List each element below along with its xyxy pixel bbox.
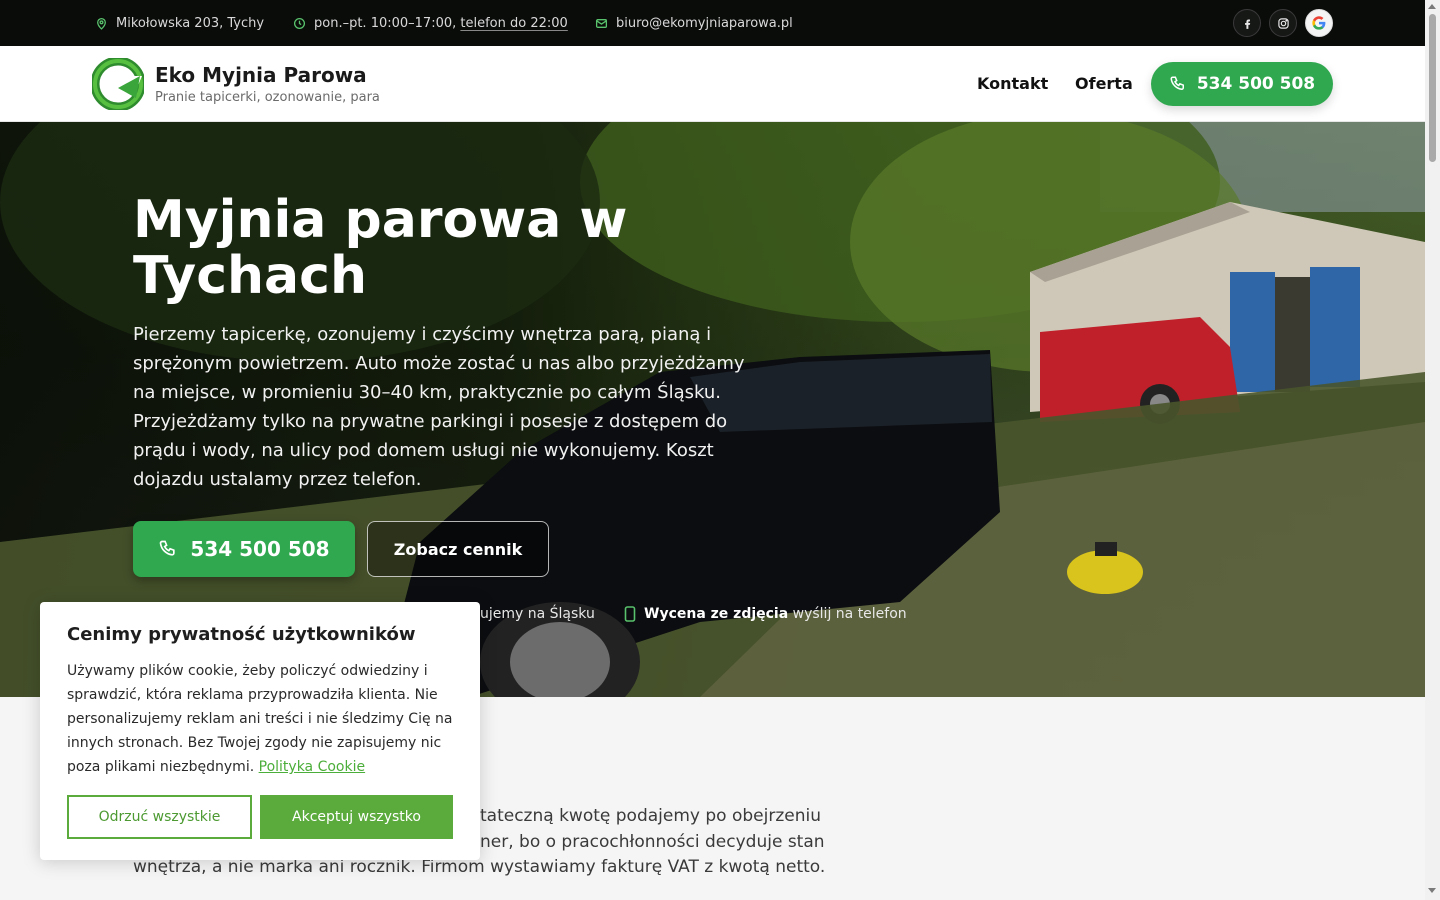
instagram-button[interactable] (1269, 9, 1297, 37)
feature-photo-quote: Wycena ze zdjęcia wyślij na telefon (624, 606, 907, 622)
header-phone-button[interactable]: 534 500 508 (1151, 62, 1333, 106)
phone-icon (160, 540, 176, 556)
clock-icon (293, 17, 306, 29)
cookie-text: Używamy plików cookie, żeby policzyć odw… (67, 659, 462, 779)
brand-tagline: Pranie tapicerki, ozonowanie, para (155, 90, 380, 105)
nav-oferta[interactable]: Oferta (1075, 74, 1133, 93)
nav-kontakt[interactable]: Kontakt (977, 74, 1048, 93)
scroll-thumb[interactable] (1429, 14, 1436, 162)
instagram-icon (1277, 17, 1289, 29)
map-pin-icon (97, 17, 106, 30)
email-item[interactable]: biuro@ekomyjniaparowa.pl (595, 0, 793, 46)
address-text: Mikołowska 203, Tychy (116, 15, 265, 31)
mail-icon (595, 18, 608, 28)
google-button[interactable] (1305, 9, 1333, 37)
facebook-button[interactable] (1233, 9, 1261, 37)
facebook-icon (1244, 18, 1250, 29)
reject-all-button[interactable]: Odrzuć wszystkie (67, 795, 252, 839)
smartphone-icon (624, 606, 636, 622)
scroll-up-arrow[interactable] (1428, 4, 1436, 9)
top-bar: Mikołowska 203, Tychy pon.–pt. 10:00–17:… (0, 0, 1425, 46)
hours-text: pon.–pt. 10:00–17:00, (314, 15, 461, 31)
feature-photo-bold: Wycena ze zdjęcia (644, 606, 789, 622)
feature-area-text: ujemy na Śląsku (480, 606, 595, 622)
page-scrollbar[interactable] (1425, 0, 1440, 900)
hero-phone-button[interactable]: 534 500 508 (133, 521, 355, 577)
brand-logo[interactable] (92, 58, 144, 110)
hours-item: pon.–pt. 10:00–17:00, telefon do 22:00 (293, 0, 568, 46)
feature-area: ujemy na Śląsku (480, 606, 595, 622)
scroll-down-arrow[interactable] (1428, 888, 1436, 893)
header-phone-number: 534 500 508 (1196, 74, 1316, 94)
phone-icon (1170, 76, 1184, 91)
hero-phone-number: 534 500 508 (190, 537, 330, 561)
cookie-title: Cenimy prywatność użytkowników (67, 624, 416, 645)
accept-all-button[interactable]: Akceptuj wszystko (260, 795, 453, 839)
hero-description: Pierzemy tapicerkę, ozonujemy i czyścimy… (133, 324, 745, 490)
feature-photo-rest: wyślij na telefon (792, 606, 907, 622)
address-item: Mikołowska 203, Tychy (95, 0, 264, 46)
hero-title: Myjnia parowa w Tychach (133, 190, 628, 306)
site-header: Eko Myjnia Parowa Pranie tapicerki, ozon… (0, 46, 1425, 122)
phone-hours-link[interactable]: telefon do 22:00 (460, 16, 567, 31)
email-link[interactable]: biuro@ekomyjniaparowa.pl (616, 16, 793, 31)
price-list-button[interactable]: Zobacz cennik (367, 521, 549, 577)
cookie-consent-dialog: Cenimy prywatność użytkowników Używamy p… (40, 602, 480, 860)
google-icon (1312, 16, 1326, 30)
brand-name[interactable]: Eko Myjnia Parowa (155, 63, 367, 87)
cookie-policy-link[interactable]: Polityka Cookie (259, 759, 365, 775)
